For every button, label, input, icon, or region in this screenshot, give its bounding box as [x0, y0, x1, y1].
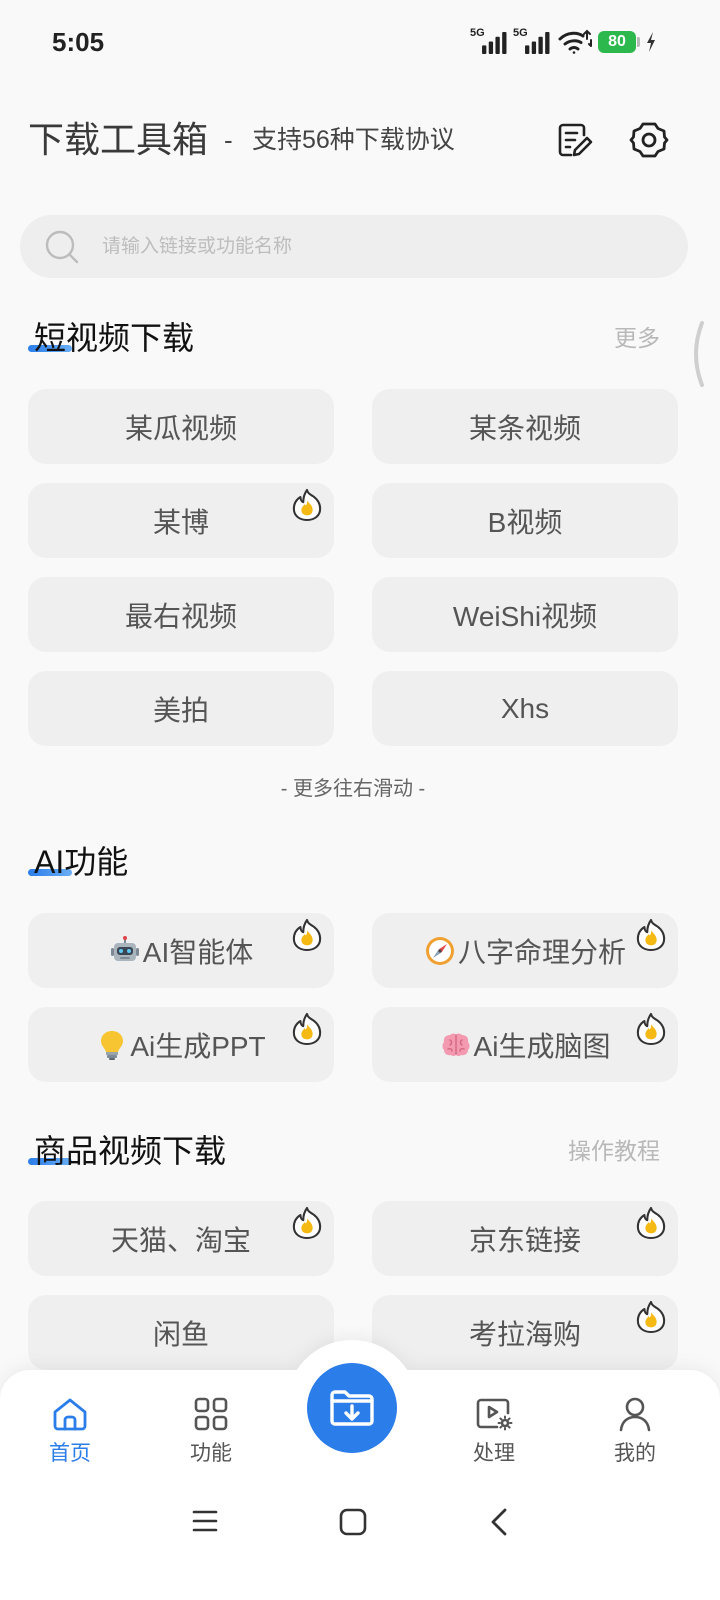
- hot-fire-icon: [636, 918, 666, 952]
- ai-feature-option[interactable]: Ai生成PPT: [28, 1007, 334, 1082]
- search-input[interactable]: [102, 215, 662, 278]
- option-label: 天猫、淘宝: [110, 1224, 251, 1256]
- search-icon: [45, 230, 79, 264]
- home-button-icon[interactable]: [339, 1508, 367, 1536]
- option-label: 京东链接: [468, 1224, 581, 1256]
- hot-fire-icon: [636, 1300, 666, 1334]
- ai-feature-option[interactable]: AI智能体: [28, 913, 334, 988]
- ai-feature-option[interactable]: Ai生成脑图: [372, 1007, 678, 1082]
- back-icon[interactable]: [489, 1507, 509, 1537]
- title-separator: -: [224, 125, 233, 155]
- short-video-option[interactable]: 某瓜视频: [28, 389, 334, 464]
- option-label: Ai生成PPT: [130, 1030, 266, 1062]
- section-title-ai: AI功能: [34, 844, 129, 880]
- nav-item-process[interactable]: 处理: [444, 1396, 544, 1472]
- option-label: 某博: [152, 506, 209, 538]
- more-link[interactable]: 更多: [614, 322, 660, 354]
- short-video-option[interactable]: B视频: [372, 483, 678, 558]
- option-label: AI智能体: [142, 936, 254, 968]
- hot-fire-icon: [292, 918, 322, 952]
- grid-icon: [194, 1397, 228, 1431]
- nav-label: 功能: [190, 1442, 232, 1465]
- status-time: 5:05: [52, 27, 105, 57]
- short-video-option[interactable]: 最右视频: [28, 577, 334, 652]
- nav-label: 处理: [473, 1442, 515, 1465]
- section-title-product-video: 商品视频下载: [34, 1133, 227, 1169]
- hot-fire-icon: [292, 1206, 322, 1240]
- settings-icon[interactable]: [629, 120, 669, 160]
- hot-fire-icon: [636, 1206, 666, 1240]
- hot-fire-icon: [292, 488, 322, 522]
- option-label: Ai生成脑图: [473, 1030, 611, 1062]
- profile-icon: [619, 1397, 651, 1432]
- battery-nub: [637, 37, 640, 47]
- short-video-option[interactable]: Xhs: [372, 671, 678, 746]
- nav-item-profile[interactable]: 我的: [585, 1396, 685, 1472]
- nav-item-features[interactable]: 功能: [161, 1396, 261, 1472]
- tutorial-link[interactable]: 操作教程: [568, 1135, 660, 1167]
- option-label: 最右视频: [124, 600, 237, 632]
- option-label: 八字命理分析: [457, 936, 626, 968]
- menu-icon[interactable]: [192, 1509, 218, 1533]
- battery-level: 80: [608, 33, 626, 50]
- product-video-option[interactable]: 京东链接: [372, 1201, 678, 1276]
- cellular-signal-icon: 5G: [513, 27, 553, 55]
- cellular-signal-icon: 5G: [470, 27, 510, 55]
- folder-download-icon: [330, 1390, 374, 1426]
- nav-label: 首页: [49, 1442, 91, 1465]
- option-label: B视频: [487, 506, 563, 538]
- charging-bolt-icon: [647, 32, 655, 52]
- option-label: 某条视频: [468, 412, 581, 444]
- download-center-button[interactable]: [307, 1363, 397, 1453]
- video-process-icon: [476, 1398, 513, 1431]
- scroll-right-hint: - 更多往右滑动 -: [280, 778, 426, 800]
- app-title: 下载工具箱: [28, 119, 209, 160]
- robot-icon: [110, 935, 139, 961]
- notes-edit-icon[interactable]: [557, 122, 593, 158]
- compass-icon: [425, 936, 454, 965]
- edge-scroll-handle[interactable]: [688, 321, 704, 387]
- nav-label: 我的: [614, 1442, 656, 1465]
- short-video-option[interactable]: 某博: [28, 483, 334, 558]
- hot-fire-icon: [292, 1012, 322, 1046]
- search-bar[interactable]: [20, 215, 688, 278]
- wifi-icon: [558, 29, 592, 54]
- option-label: 美拍: [152, 694, 209, 726]
- nav-item-home[interactable]: 首页: [20, 1396, 120, 1472]
- signal-bars-icon: [481, 31, 508, 54]
- battery-icon: 80: [598, 31, 636, 53]
- option-label: Xhs: [500, 692, 550, 724]
- brain-icon: [442, 1033, 470, 1056]
- option-label: WeiShi视频: [452, 600, 598, 632]
- hot-fire-icon: [636, 1012, 666, 1046]
- short-video-option[interactable]: 美拍: [28, 671, 334, 746]
- signal-bars-icon: [524, 31, 551, 54]
- ai-feature-option[interactable]: 八字命理分析: [372, 913, 678, 988]
- section-title-short-video: 短视频下载: [34, 320, 195, 356]
- option-label: 某瓜视频: [124, 412, 237, 444]
- short-video-option[interactable]: 某条视频: [372, 389, 678, 464]
- app-subtitle: 支持56种下载协议: [252, 126, 455, 154]
- lightbulb-icon: [101, 1030, 124, 1060]
- product-video-option[interactable]: 天猫、淘宝: [28, 1201, 334, 1276]
- short-video-option[interactable]: WeiShi视频: [372, 577, 678, 652]
- home-icon: [53, 1398, 87, 1431]
